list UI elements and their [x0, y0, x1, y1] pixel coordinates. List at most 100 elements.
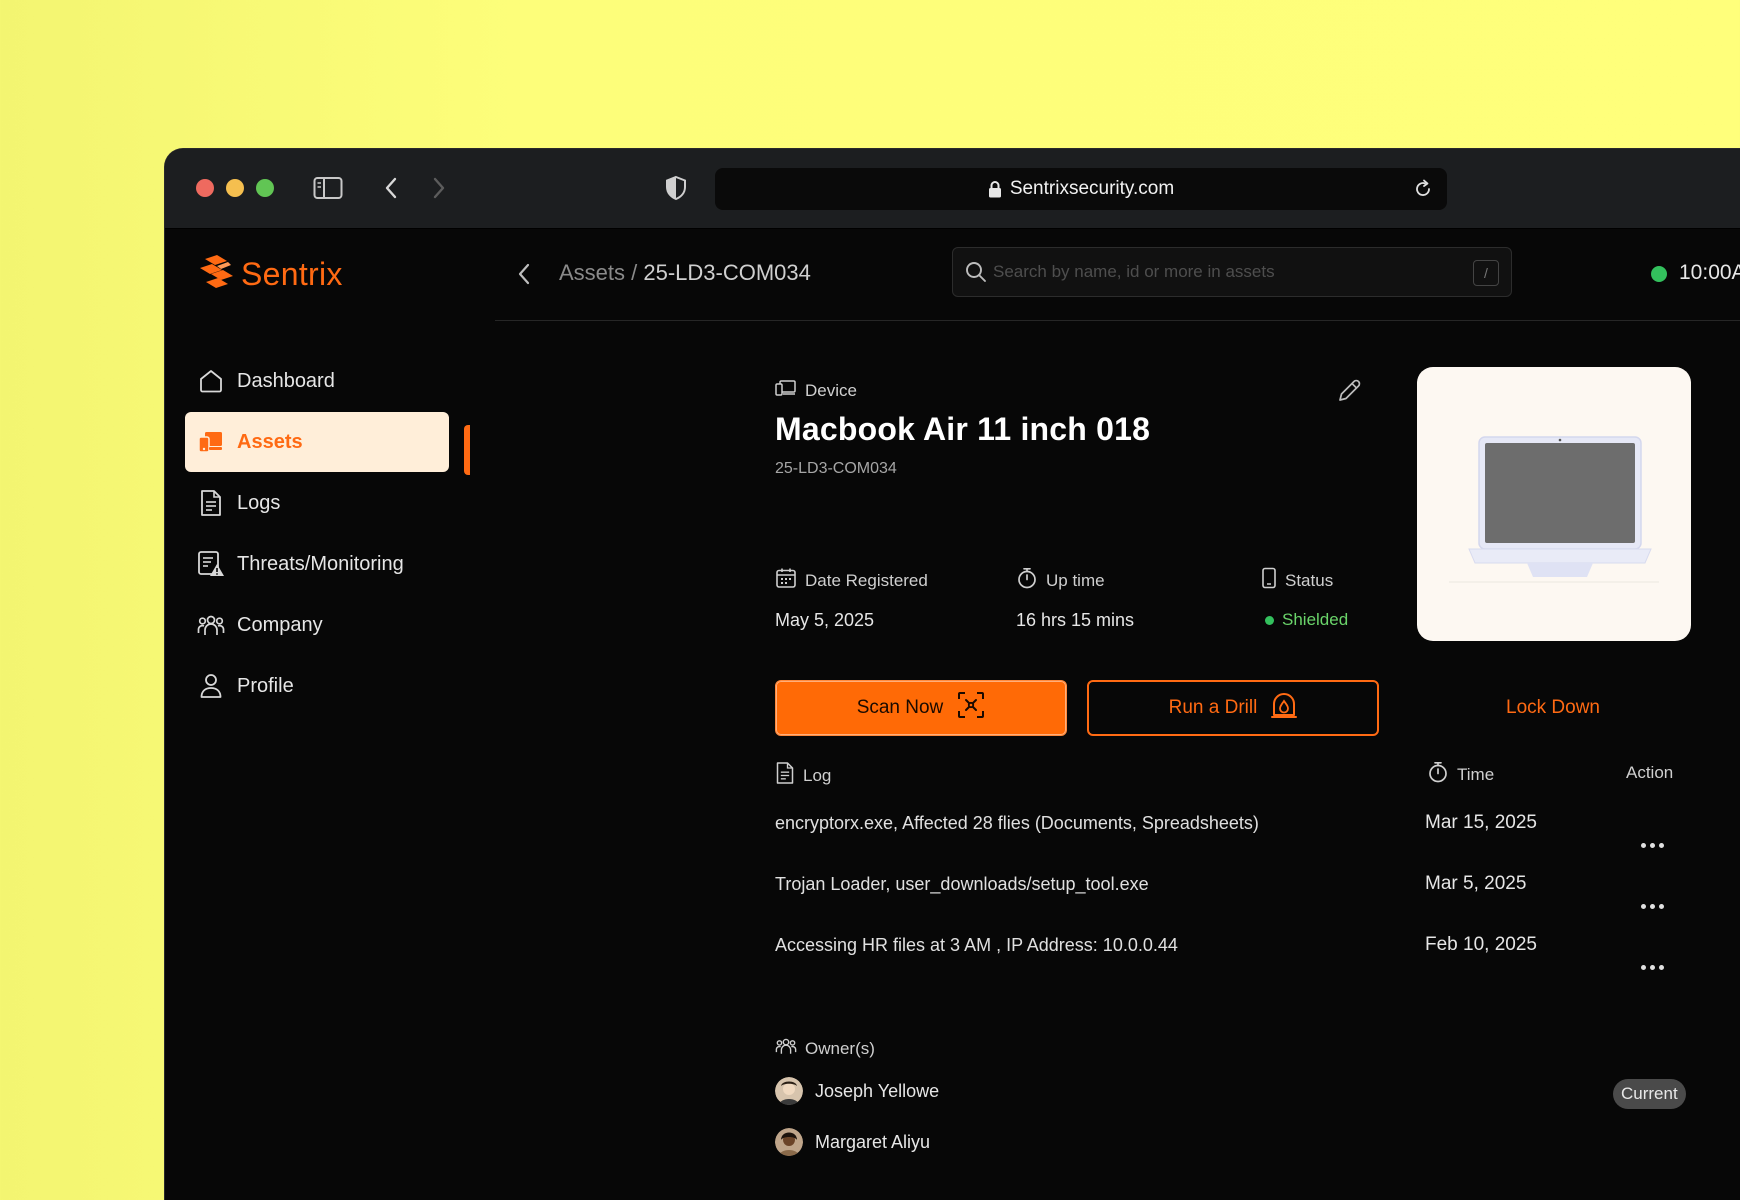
page-title: Macbook Air 11 inch 018 — [775, 411, 1151, 447]
button-label: Scan Now — [856, 697, 944, 718]
phone-icon — [1261, 567, 1277, 594]
sidebar-item-profile[interactable]: Profile — [185, 656, 449, 716]
sidebar-item-label: Threats/Monitoring — [237, 552, 404, 575]
column-header-text: Time — [1457, 764, 1495, 784]
lock-icon — [988, 180, 1002, 198]
sidebar-item-assets[interactable]: Assets — [185, 412, 449, 472]
stat-label-text: Up time — [1046, 570, 1105, 590]
device-type-text: Device — [805, 380, 857, 400]
search-shortcut-hint: / — [1473, 260, 1499, 286]
breadcrumb-parent[interactable]: Assets — [559, 260, 625, 285]
more-actions-icon[interactable] — [1641, 965, 1664, 970]
threat-icon — [197, 550, 225, 578]
current-owner-badge: Current — [1613, 1079, 1686, 1109]
owner-name: Margaret Aliyu — [815, 1131, 931, 1152]
sidebar-item-label: Logs — [237, 491, 281, 514]
table-row[interactable]: Accessing HR files at 3 AM , IP Address:… — [775, 935, 1178, 956]
device-icon — [775, 379, 797, 402]
alarm-icon — [1271, 691, 1298, 725]
reload-icon[interactable] — [1413, 179, 1433, 199]
stopwatch-icon — [1427, 761, 1449, 788]
search-input[interactable] — [993, 258, 1463, 286]
column-header-log: Log — [775, 761, 831, 790]
calendar-icon — [775, 567, 797, 594]
online-status-dot — [1651, 266, 1667, 282]
owner-item[interactable]: Joseph Yellowe — [775, 1077, 939, 1105]
privacy-shield-icon[interactable] — [659, 171, 693, 205]
sidebar-item-label: Dashboard — [237, 369, 335, 392]
status-badge: Shielded — [1265, 610, 1348, 630]
team-icon — [775, 1036, 797, 1061]
status-dot — [1265, 615, 1274, 625]
sidebar-item-label: Assets — [237, 430, 303, 453]
sidebar-item-dashboard[interactable]: Dashboard — [185, 351, 449, 411]
run-drill-button[interactable]: Run a Drill — [1087, 680, 1379, 736]
search-icon — [965, 261, 987, 288]
stat-date-registered: Date Registered May 5, 2025 — [775, 567, 928, 631]
owners-header: Owner(s) — [775, 1036, 875, 1061]
owner-item[interactable]: Margaret Aliyu — [775, 1128, 930, 1156]
team-icon — [197, 611, 225, 639]
column-header-text: Action — [1626, 763, 1674, 782]
stat-label: Date Registered — [775, 567, 928, 594]
sidebar-item-label: Company — [237, 613, 323, 636]
breadcrumb-current: 25-LD3-COM034 — [643, 260, 811, 285]
sidebar-item-company[interactable]: Company — [185, 595, 449, 655]
address-bar[interactable]: Sentrixsecurity.com — [715, 168, 1447, 210]
back-arrow-icon[interactable] — [517, 262, 531, 291]
stat-uptime: Up time 16 hrs 15 mins — [1016, 567, 1134, 631]
button-label: Run a Drill — [1168, 697, 1258, 718]
device-id: 25-LD3-COM034 — [775, 460, 897, 477]
scan-now-button[interactable]: Scan Now — [775, 680, 1067, 736]
brand-logo[interactable]: Sentrix — [197, 253, 343, 296]
avatar — [775, 1077, 803, 1105]
back-nav-icon[interactable] — [374, 171, 408, 205]
sidebar-nav: Dashboard Assets Logs Threats/Monitoring — [185, 351, 449, 717]
user-icon — [197, 672, 225, 700]
assets-icon — [197, 428, 225, 456]
brand-name: Sentrix — [241, 256, 343, 292]
scan-icon — [957, 691, 985, 725]
log-text: encryptorx.exe, Affected 28 flies (Docum… — [775, 813, 1259, 833]
maximize-window-button[interactable] — [256, 179, 274, 197]
edit-pencil-icon[interactable] — [1335, 377, 1363, 410]
forward-nav-icon[interactable] — [422, 171, 456, 205]
device-image — [1417, 367, 1691, 641]
sidebar-item-threats[interactable]: Threats/Monitoring — [185, 534, 449, 594]
breadcrumb-separator: / — [625, 260, 644, 285]
column-header-text: Log — [803, 765, 832, 785]
more-actions-icon[interactable] — [1641, 904, 1664, 909]
owner-name: Joseph Yellowe — [815, 1080, 940, 1101]
active-indicator — [464, 425, 470, 475]
sentrix-logo-icon — [197, 253, 235, 296]
stat-label: Up time — [1016, 567, 1134, 594]
browser-window: Sentrixsecurity.com Sentrix Dashboard As… — [165, 149, 1740, 1200]
more-actions-icon[interactable] — [1641, 843, 1664, 848]
stat-status: Status Shielded — [1261, 567, 1348, 630]
avatar — [775, 1128, 803, 1156]
log-time: Mar 15, 2025 — [1425, 812, 1537, 833]
sidebar: Sentrix Dashboard Assets Logs Threats/Mo… — [165, 229, 495, 1200]
log-time: Feb 10, 2025 — [1425, 934, 1537, 955]
log-text: Accessing HR files at 3 AM , IP Address:… — [775, 935, 1178, 955]
column-header-time: Time — [1427, 761, 1494, 788]
lock-down-button[interactable]: Lock Down — [1435, 680, 1671, 736]
url-text: Sentrixsecurity.com — [1009, 178, 1175, 199]
stat-label: Status — [1261, 567, 1348, 594]
table-row[interactable]: encryptorx.exe, Affected 28 flies (Docum… — [775, 813, 1259, 834]
stopwatch-icon — [1016, 567, 1038, 594]
home-icon — [197, 367, 225, 395]
close-window-button[interactable] — [196, 179, 214, 197]
minimize-window-button[interactable] — [226, 179, 244, 197]
page-header: Assets / 25-LD3-COM034 / 10:00A — [495, 229, 1740, 321]
search-box: / — [952, 247, 1512, 297]
sidebar-item-label: Profile — [237, 674, 294, 697]
device-type-label: Device — [775, 379, 857, 402]
browser-titlebar: Sentrixsecurity.com — [165, 149, 1740, 229]
table-row[interactable]: Trojan Loader, user_downloads/setup_tool… — [775, 874, 1149, 895]
stat-value: May 5, 2025 — [775, 610, 875, 630]
column-header-action: Action — [1626, 763, 1673, 783]
sidebar-item-logs[interactable]: Logs — [185, 473, 449, 533]
sidebar-toggle-icon[interactable] — [311, 171, 345, 205]
breadcrumb: Assets / 25-LD3-COM034 — [559, 260, 811, 286]
